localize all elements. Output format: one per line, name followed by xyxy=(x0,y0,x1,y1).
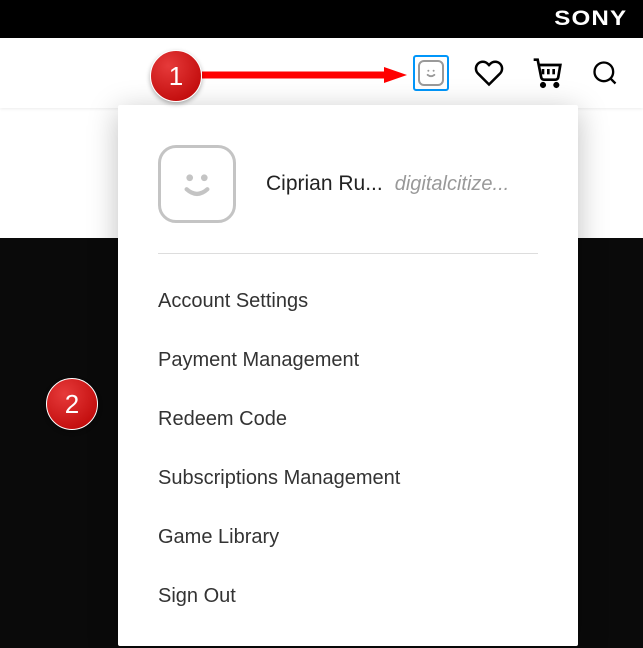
search-button[interactable] xyxy=(587,55,623,91)
menu-item-account-settings[interactable]: Account Settings xyxy=(118,272,578,331)
heart-icon xyxy=(474,58,504,88)
dropdown-user-header[interactable]: Ciprian Ru... digitalcitize... xyxy=(118,135,578,253)
smiley-avatar-icon xyxy=(172,159,222,209)
user-name-block: Ciprian Ru... digitalcitize... xyxy=(266,172,509,196)
annotation-badge-2: 2 xyxy=(46,378,98,430)
dropdown-menu: Account Settings Payment Management Rede… xyxy=(118,254,578,626)
cart-button[interactable] xyxy=(529,55,565,91)
global-top-bar: SONY xyxy=(0,0,643,38)
menu-item-game-library[interactable]: Game Library xyxy=(118,508,578,567)
menu-item-sign-out[interactable]: Sign Out xyxy=(118,567,578,626)
account-dropdown: Ciprian Ru... digitalcitize... Account S… xyxy=(118,105,578,646)
sony-logo: SONY xyxy=(555,7,628,31)
user-avatar-large xyxy=(158,145,236,223)
user-display-name: Ciprian Ru... xyxy=(266,172,383,196)
cart-icon xyxy=(531,57,563,89)
annotation-badge-1: 1 xyxy=(150,50,202,102)
smiley-avatar-icon xyxy=(418,60,444,86)
menu-item-subscriptions-management[interactable]: Subscriptions Management xyxy=(118,449,578,508)
menu-item-redeem-code[interactable]: Redeem Code xyxy=(118,390,578,449)
user-online-id: digitalcitize... xyxy=(395,173,510,196)
wishlist-button[interactable] xyxy=(471,55,507,91)
search-icon xyxy=(591,59,619,87)
menu-item-payment-management[interactable]: Payment Management xyxy=(118,331,578,390)
account-avatar-button[interactable] xyxy=(413,55,449,91)
annotation-arrow-icon xyxy=(202,67,407,83)
